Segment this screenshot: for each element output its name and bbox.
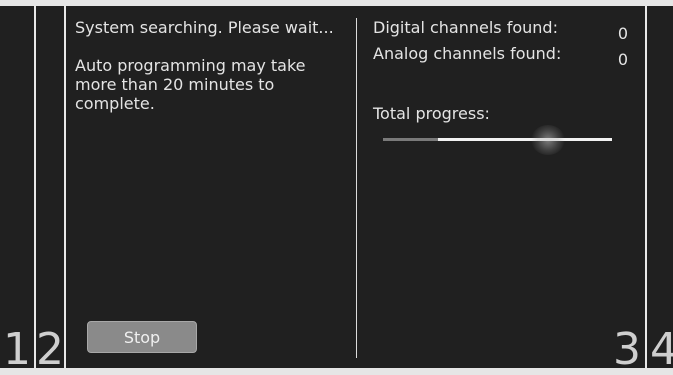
progress-fill	[383, 138, 438, 141]
total-progress-label: Total progress:	[373, 104, 490, 123]
progress-indicator-glow	[531, 125, 565, 155]
stop-button[interactable]: Stop	[87, 321, 197, 353]
progress-bar	[383, 138, 612, 141]
searching-text: System searching. Please wait...	[75, 18, 334, 37]
digital-channels-label: Digital channels found:	[373, 18, 558, 37]
analog-channels-row: Analog channels found: 0	[373, 44, 633, 70]
digital-channels-row: Digital channels found: 0	[373, 18, 633, 44]
analog-channels-count: 0	[617, 50, 628, 69]
column-number-3: 3	[613, 324, 641, 375]
panel-divider	[356, 18, 357, 358]
column-number-4: 4	[650, 324, 673, 375]
status-message: System searching. Please wait... Auto pr…	[75, 18, 345, 132]
analog-channels-label: Analog channels found:	[373, 44, 562, 63]
column-number-2: 2	[36, 324, 64, 375]
column-divider	[645, 6, 647, 368]
digital-channels-count: 0	[617, 24, 628, 43]
column-divider	[64, 6, 66, 368]
column-number-1: 1	[3, 324, 31, 375]
column-divider	[34, 6, 36, 368]
scan-results-panel: Digital channels found: 0 Analog channel…	[373, 18, 633, 123]
duration-note: Auto programming may take more than 20 m…	[75, 56, 306, 113]
